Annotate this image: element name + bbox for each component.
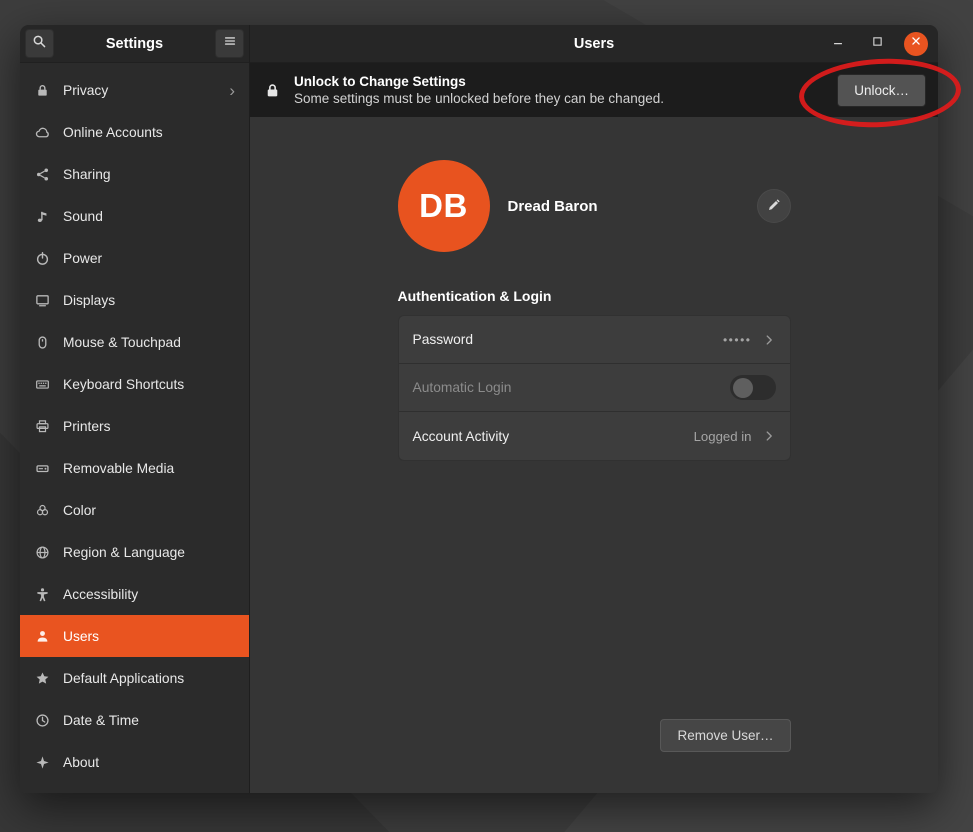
avatar-initials: DB: [419, 187, 468, 225]
window-controls: [826, 32, 938, 56]
minimize-icon: [831, 34, 845, 53]
sidebar-item-privacy[interactable]: Privacy ›: [20, 69, 249, 111]
drive-icon: [34, 460, 50, 476]
close-icon: [909, 34, 923, 53]
user-header: DB Dread Baron: [398, 160, 791, 252]
sidebar-item-label: Privacy: [63, 83, 108, 98]
sidebar-item-label: Online Accounts: [63, 125, 163, 140]
sidebar-item-label: Date & Time: [63, 713, 139, 728]
sidebar-item-mouse-touchpad[interactable]: Mouse & Touchpad: [20, 321, 249, 363]
clock-icon: [34, 712, 50, 728]
printer-icon: [34, 418, 50, 434]
chevron-right-icon: [762, 333, 776, 347]
search-icon: [32, 34, 47, 54]
mouse-icon: [34, 334, 50, 350]
automatic-login-row: Automatic Login: [399, 364, 790, 412]
sidebar-item-date-time[interactable]: Date & Time: [20, 699, 249, 741]
sidebar-item-sharing[interactable]: Sharing: [20, 153, 249, 195]
infobar-title: Unlock to Change Settings: [294, 74, 664, 89]
sidebar-item-accessibility[interactable]: Accessibility: [20, 573, 249, 615]
account-activity-row[interactable]: Account Activity Logged in: [399, 412, 790, 460]
sidebar-item-label: Default Applications: [63, 671, 184, 686]
chevron-right-icon: ›: [229, 82, 235, 99]
users-content: DB Dread Baron Authentication & Login Pa…: [250, 117, 938, 793]
section-title: Authentication & Login: [398, 288, 791, 304]
star-icon: [34, 670, 50, 686]
sidebar: Settings Privacy › Online Accounts Shari…: [20, 25, 250, 793]
sidebar-item-users[interactable]: Users: [20, 615, 249, 657]
sidebar-title: Settings: [54, 36, 215, 52]
sidebar-item-sound[interactable]: Sound: [20, 195, 249, 237]
lock-icon: [264, 82, 281, 99]
accessibility-icon: [34, 586, 50, 602]
edit-name-button[interactable]: [757, 189, 791, 223]
menu-button[interactable]: [215, 29, 244, 58]
music-note-icon: [34, 208, 50, 224]
sidebar-item-region-language[interactable]: Region & Language: [20, 531, 249, 573]
sidebar-item-label: Accessibility: [63, 587, 138, 602]
lock-icon: [34, 82, 50, 98]
hamburger-menu-icon: [223, 34, 237, 53]
color-circles-icon: [34, 502, 50, 518]
starburst-icon: [34, 754, 50, 770]
titlebar: Users: [250, 25, 938, 63]
search-button[interactable]: [25, 29, 54, 58]
sidebar-item-label: Mouse & Touchpad: [63, 335, 181, 350]
sidebar-item-label: About: [63, 755, 99, 770]
sidebar-item-power[interactable]: Power: [20, 237, 249, 279]
chevron-right-icon: [762, 429, 776, 443]
sidebar-item-label: Removable Media: [63, 461, 174, 476]
avatar: DB: [398, 160, 490, 252]
sidebar-item-label: Color: [63, 503, 96, 518]
toggle-knob: [733, 378, 753, 398]
unlock-infobar: Unlock to Change Settings Some settings …: [250, 63, 938, 117]
unlock-button[interactable]: Unlock…: [837, 74, 926, 107]
remove-user-button[interactable]: Remove User…: [660, 719, 790, 752]
infobar-subtitle: Some settings must be unlocked before th…: [294, 91, 664, 106]
sidebar-item-removable-media[interactable]: Removable Media: [20, 447, 249, 489]
power-icon: [34, 250, 50, 266]
password-row[interactable]: Password •••••: [399, 316, 790, 364]
row-value: Logged in: [694, 429, 752, 444]
user-name: Dread Baron: [508, 198, 598, 215]
row-label: Account Activity: [413, 429, 510, 444]
globe-icon: [34, 544, 50, 560]
close-button[interactable]: [904, 32, 928, 56]
row-label: Automatic Login: [413, 380, 512, 395]
sidebar-item-label: Users: [63, 629, 99, 644]
keyboard-icon: [34, 376, 50, 392]
row-label: Password: [413, 332, 474, 347]
pencil-icon: [767, 198, 781, 215]
sidebar-item-label: Region & Language: [63, 545, 185, 560]
sidebar-item-displays[interactable]: Displays: [20, 279, 249, 321]
sidebar-item-label: Sharing: [63, 167, 111, 182]
sidebar-header: Settings: [20, 25, 249, 63]
auth-login-list: Password ••••• Automatic Login: [398, 315, 791, 461]
sidebar-item-color[interactable]: Color: [20, 489, 249, 531]
sidebar-item-online-accounts[interactable]: Online Accounts: [20, 111, 249, 153]
sidebar-item-printers[interactable]: Printers: [20, 405, 249, 447]
password-dots: •••••: [723, 333, 752, 347]
automatic-login-toggle[interactable]: [730, 375, 776, 400]
users-icon: [34, 628, 50, 644]
sidebar-item-label: Power: [63, 251, 102, 266]
minimize-button[interactable]: [826, 32, 850, 56]
sidebar-item-default-applications[interactable]: Default Applications: [20, 657, 249, 699]
maximize-icon: [871, 35, 884, 53]
sidebar-nav: Privacy › Online Accounts Sharing Sound …: [20, 63, 249, 793]
settings-window: Settings Privacy › Online Accounts Shari…: [20, 25, 938, 793]
sidebar-item-label: Keyboard Shortcuts: [63, 377, 184, 392]
main-panel: Users Unlock to Change Settings Some set…: [250, 25, 938, 793]
sidebar-item-label: Displays: [63, 293, 115, 308]
share-icon: [34, 166, 50, 182]
sidebar-item-about[interactable]: About: [20, 741, 249, 783]
sidebar-item-keyboard-shortcuts[interactable]: Keyboard Shortcuts: [20, 363, 249, 405]
maximize-button[interactable]: [865, 32, 889, 56]
cloud-icon: [34, 124, 50, 140]
sidebar-item-label: Printers: [63, 419, 111, 434]
infobar-text: Unlock to Change Settings Some settings …: [294, 74, 664, 106]
sidebar-item-label: Sound: [63, 209, 103, 224]
display-icon: [34, 292, 50, 308]
